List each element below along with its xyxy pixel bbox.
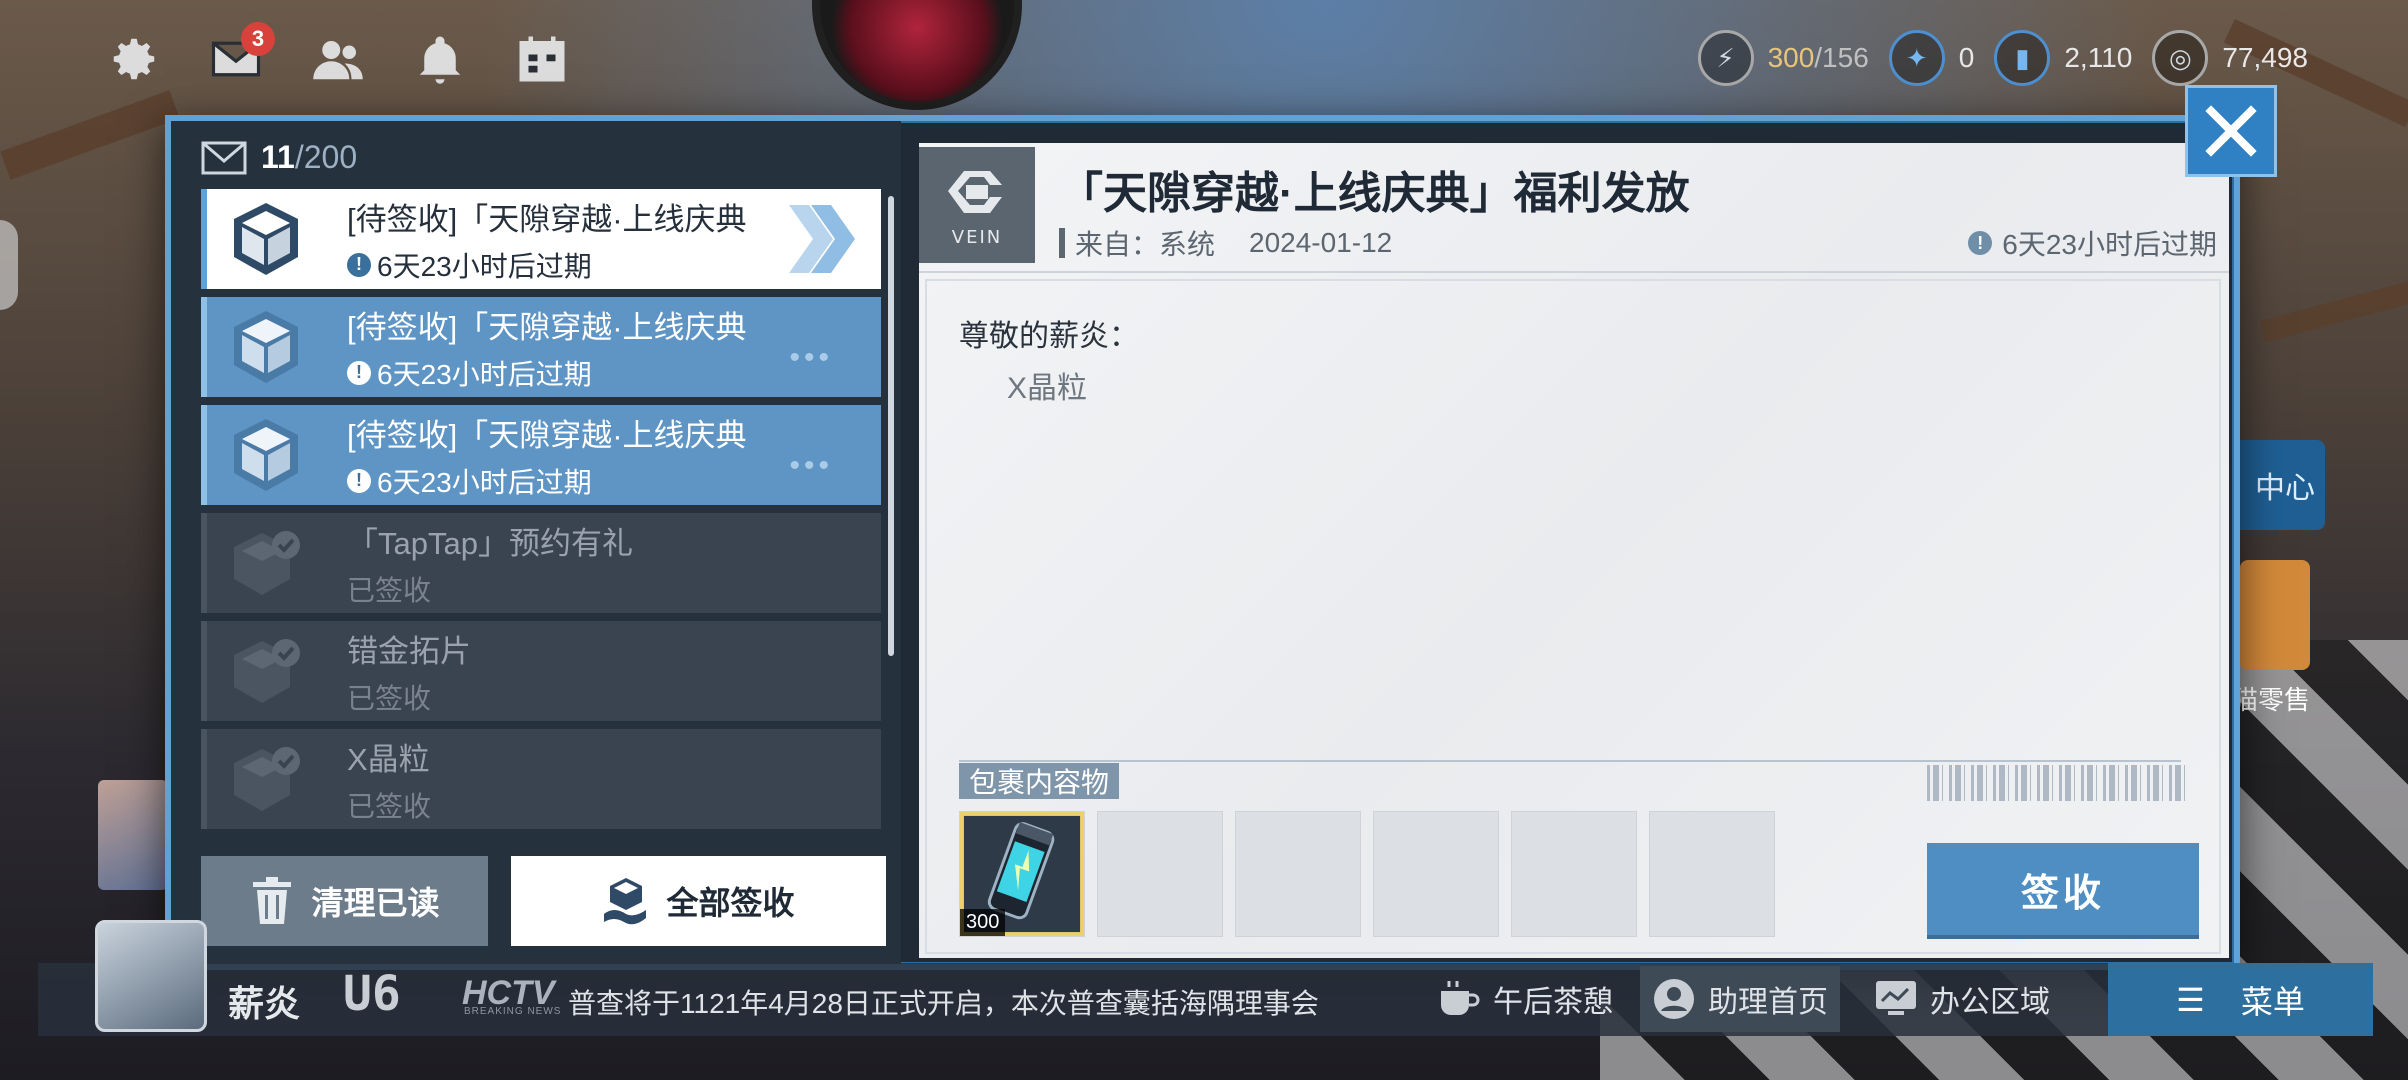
mail-list-scrollbar[interactable]	[888, 196, 894, 656]
package-opened-icon	[221, 518, 311, 608]
mail-badge: 3	[241, 22, 275, 56]
ceiling-ornament	[812, 0, 1022, 110]
player-name: 薪炎	[228, 983, 301, 1024]
top-icon-bar: 3	[105, 22, 571, 88]
attachment-slot-empty	[1511, 811, 1637, 937]
hamburger-icon: ☰	[2176, 981, 2205, 1018]
selected-chevron-icon	[789, 205, 855, 273]
teacup-icon	[1441, 981, 1480, 1015]
menu-button[interactable]: ☰ 菜单	[2108, 963, 2373, 1036]
warning-icon: !	[347, 468, 371, 493]
mail-modal: 11/200 [待签收]「天隙穿越·上线庆典 ! 6天23小时后过期 [待签收]…	[165, 115, 2240, 970]
more-dots-icon: •••	[789, 449, 833, 482]
mail-expire: ! 6天23小时后过期	[1968, 223, 2217, 263]
warning-icon: !	[347, 252, 371, 277]
mail-count: 11/200	[201, 139, 357, 176]
currency-b-resource[interactable]: ◎ 77,498	[2152, 30, 2308, 86]
mail-item[interactable]: 「TapTap」预约有礼 已签收	[201, 513, 881, 613]
mail-item-title: [待签收]「天隙穿越·上线庆典	[347, 417, 747, 453]
friends-icon[interactable]	[309, 30, 367, 88]
warning-icon: !	[1968, 231, 1993, 255]
sign-all-button[interactable]: 全部签收	[511, 856, 886, 946]
mail-item-title: [待签收]「天隙穿越·上线庆典	[347, 201, 747, 237]
mail-date: 2024-01-12	[1249, 227, 1393, 258]
mail-item-status: 已签收	[347, 790, 432, 822]
mail-list[interactable]: [待签收]「天隙穿越·上线庆典 ! 6天23小时后过期 [待签收]「天隙穿越·上线…	[201, 189, 886, 829]
mail-item-title: 错金拓片	[347, 633, 471, 669]
calendar-icon[interactable]	[513, 30, 571, 88]
mail-meta: 来自：系统 2024-01-12	[1059, 223, 1392, 263]
mail-item-expire: 6天23小时后过期	[377, 466, 592, 498]
mail-icon[interactable]: 3	[207, 22, 275, 88]
side-retail-label: 猫零售	[2232, 685, 2311, 715]
package-box-icon	[221, 410, 311, 500]
side-retail-icon[interactable]	[2240, 560, 2310, 670]
package-contents-label: 包裹内容物	[959, 763, 1120, 799]
vein-logo-icon	[948, 170, 1002, 213]
mail-item[interactable]: [待签收]「天隙穿越·上线庆典 ! 6天23小时后过期 •••	[201, 405, 881, 505]
mail-item-expire: 6天23小时后过期	[377, 358, 592, 390]
currency-a-resource[interactable]: ▮ 2,110	[1994, 30, 2132, 86]
trash-icon	[253, 877, 292, 924]
afternoon-tea-button[interactable]: 午后茶憩	[1425, 966, 1625, 1032]
package-box-icon	[221, 194, 311, 284]
crystal-resource[interactable]: ✦ 0	[1888, 30, 1974, 86]
mail-body: X晶粒	[1007, 372, 1088, 405]
warning-icon: !	[347, 360, 371, 385]
mail-item-status: 已签收	[347, 574, 432, 606]
office-area-button[interactable]: 办公区域	[1862, 966, 2062, 1032]
mail-title: 「天隙穿越·上线庆典」福利发放	[1059, 169, 1690, 218]
stamina-icon: ⚡	[1697, 30, 1754, 86]
attachment-slot-empty	[1097, 811, 1223, 937]
news-ticker[interactable]: 普查将于1121年4月28日正式开启，本次普查囊括海隅理事会	[568, 982, 1378, 1022]
mail-sender: 来自：系统	[1075, 229, 1216, 260]
side-center-button[interactable]: 中心	[2225, 440, 2325, 530]
vein-logo: VEIN	[919, 147, 1035, 263]
more-dots-icon: •••	[789, 341, 833, 374]
mail-item[interactable]: [待签收]「天隙穿越·上线庆典 ! 6天23小时后过期	[201, 189, 881, 289]
vial-icon: ▮	[1994, 30, 2051, 86]
clear-read-button[interactable]: 清理已读	[201, 856, 488, 946]
mail-item-title: X晶粒	[347, 741, 430, 777]
player-avatar[interactable]	[95, 920, 207, 1032]
mail-item[interactable]: X晶粒 已签收	[201, 729, 881, 829]
close-button[interactable]	[2185, 85, 2277, 177]
crystal-icon: ✦	[1888, 30, 1945, 86]
attachment-slot-empty	[1373, 811, 1499, 937]
assistant-icon	[1654, 979, 1694, 1019]
player-level: U6	[343, 966, 401, 1022]
mail-item-status: 已签收	[347, 682, 432, 714]
mail-item-title: [待签收]「天隙穿越·上线庆典	[347, 309, 747, 345]
notification-bell-icon[interactable]	[411, 30, 469, 88]
resource-bar: ⚡ 300/156 ✦ 0 ▮ 2,110 ◎ 77,498	[1697, 30, 2308, 86]
sign-button[interactable]: 签收	[1927, 843, 2199, 935]
attachment-slot-empty	[1649, 811, 1775, 937]
package-opened-icon	[221, 734, 311, 824]
attachment-slot[interactable]: 300	[959, 811, 1085, 937]
mail-detail-pane: VEIN 「天隙穿越·上线庆典」福利发放 来自：系统 2024-01-12 ! …	[919, 143, 2229, 958]
envelope-icon	[201, 141, 247, 174]
attachment-slot-empty	[1235, 811, 1361, 937]
mail-item-title: 「TapTap」预约有礼	[347, 525, 633, 561]
mail-item[interactable]: [待签收]「天隙穿越·上线庆典 ! 6天23小时后过期 •••	[201, 297, 881, 397]
mail-greeting: 尊敬的薪炎：	[959, 320, 1139, 353]
attachment-quantity: 300	[960, 909, 1006, 936]
mail-item-expire: 6天23小时后过期	[377, 250, 592, 282]
attachment-slots: 300	[959, 811, 1775, 937]
close-icon	[2205, 105, 2257, 157]
package-box-icon	[221, 302, 311, 392]
coin-icon: ◎	[2152, 30, 2209, 86]
receive-package-icon	[604, 878, 647, 925]
mail-item[interactable]: 错金拓片 已签收	[201, 621, 881, 721]
barcode-decoration	[1927, 765, 2187, 801]
package-opened-icon	[221, 626, 311, 716]
mail-list-pane: 11/200 [待签收]「天隙穿越·上线庆典 ! 6天23小时后过期 [待签收]…	[171, 121, 901, 964]
left-character-thumbnail[interactable]	[98, 780, 168, 890]
stamina-resource[interactable]: ⚡ 300/156	[1697, 30, 1869, 86]
monitor-icon	[1876, 981, 1916, 1015]
settings-gear-icon[interactable]	[105, 30, 163, 88]
assistant-home-button[interactable]: 助理首页	[1640, 966, 1840, 1032]
hctv-sublabel: BREAKING NEWS	[464, 1006, 562, 1017]
